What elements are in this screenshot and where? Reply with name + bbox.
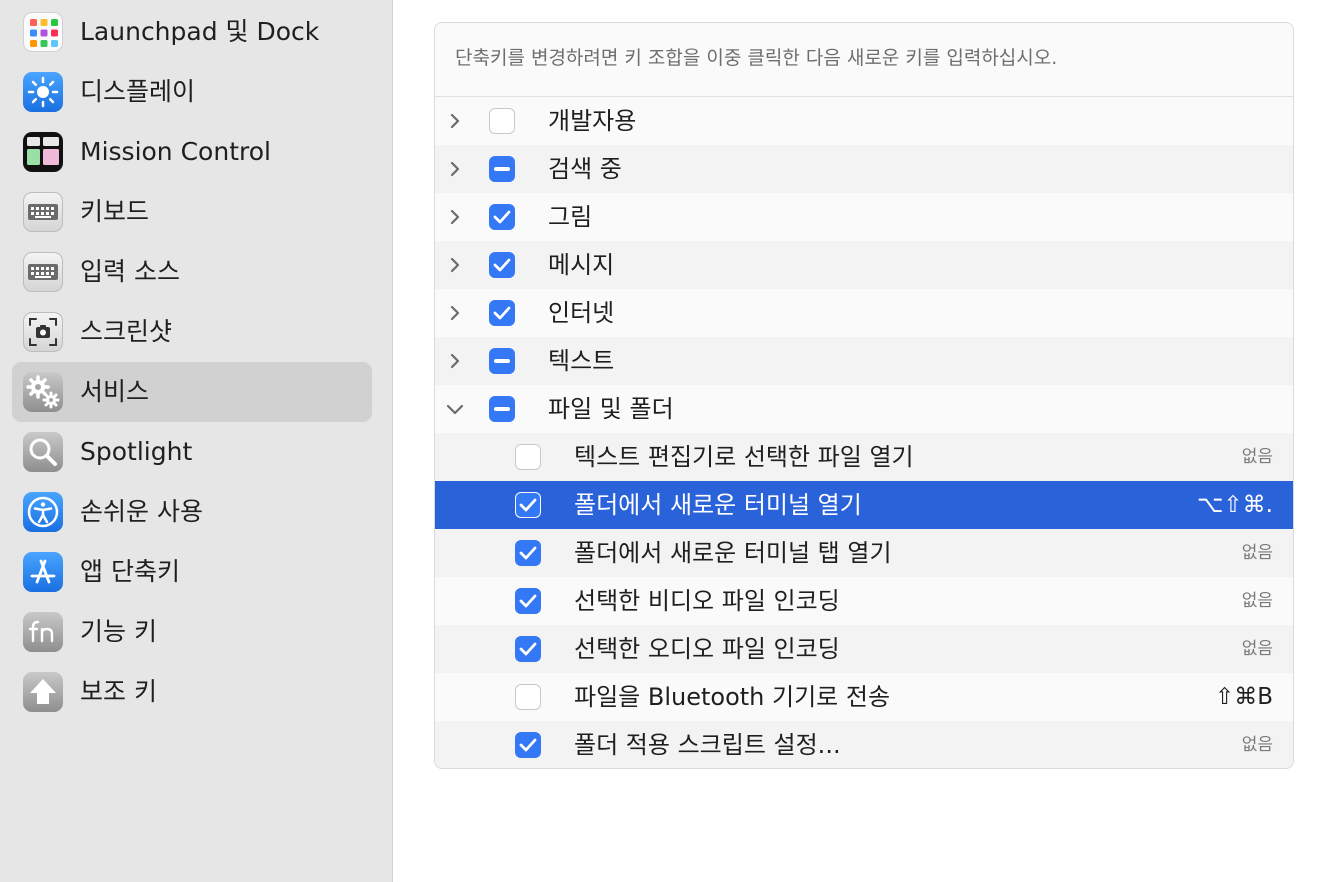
group-checkbox-mixed[interactable] xyxy=(489,156,515,182)
group-checkbox[interactable] xyxy=(489,108,515,134)
group-checkbox-mixed[interactable] xyxy=(489,396,515,422)
sidebar-item-label: Launchpad 및 Dock xyxy=(80,17,320,46)
service-row-encode-video[interactable]: 선택한 비디오 파일 인코딩 없음 xyxy=(435,577,1293,625)
service-checkbox[interactable] xyxy=(515,444,541,470)
sidebar-item-label: 서비스 xyxy=(80,377,150,406)
sidebar-item-mission-control[interactable]: Mission Control xyxy=(12,122,372,182)
sidebar-item-label: 스크린샷 xyxy=(80,317,173,346)
shortcut-value[interactable]: ⇧⌘B xyxy=(1215,673,1273,721)
service-label: 폴더 적용 스크립트 설정... xyxy=(574,731,841,759)
mission-control-icon xyxy=(23,132,63,172)
group-label: 개발자용 xyxy=(548,107,637,135)
screenshot-icon xyxy=(23,312,63,352)
group-checkbox[interactable] xyxy=(489,204,515,230)
sidebar-item-label: Mission Control xyxy=(80,137,271,166)
sidebar-item-label: 입력 소스 xyxy=(80,257,180,286)
group-label: 파일 및 폴더 xyxy=(548,395,674,423)
group-row-searching[interactable]: 검색 중 xyxy=(435,145,1293,193)
sidebar-item-display[interactable]: 디스플레이 xyxy=(12,62,372,122)
service-label: 파일을 Bluetooth 기기로 전송 xyxy=(574,683,891,711)
chevron-right-icon[interactable] xyxy=(443,157,467,181)
sidebar: Launchpad 및 Dock 디스플레이 Mission Control 키… xyxy=(0,0,393,882)
group-checkbox[interactable] xyxy=(489,252,515,278)
service-label: 폴더에서 새로운 터미널 열기 xyxy=(574,491,862,519)
spotlight-icon xyxy=(23,432,63,472)
group-row-developer[interactable]: 개발자용 xyxy=(435,97,1293,145)
service-checkbox[interactable] xyxy=(515,732,541,758)
shortcut-value[interactable]: ⌥⇧⌘. xyxy=(1197,481,1273,529)
group-row-pictures[interactable]: 그림 xyxy=(435,193,1293,241)
group-label: 그림 xyxy=(548,203,593,231)
sidebar-item-label: 기능 키 xyxy=(80,617,157,646)
sidebar-item-label: 키보드 xyxy=(80,197,150,226)
group-label: 메시지 xyxy=(548,251,615,279)
sidebar-item-modifier-keys[interactable]: 보조 키 xyxy=(12,662,372,722)
service-row-send-via-bluetooth[interactable]: 파일을 Bluetooth 기기로 전송 ⇧⌘B xyxy=(435,673,1293,721)
launchpad-icon xyxy=(23,12,63,52)
group-label: 인터넷 xyxy=(548,299,615,327)
sidebar-item-label: 디스플레이 xyxy=(80,77,196,106)
sidebar-item-spotlight[interactable]: Spotlight xyxy=(12,422,372,482)
group-label: 텍스트 xyxy=(548,347,615,375)
sidebar-item-label: 앱 단축키 xyxy=(80,557,180,586)
group-row-text[interactable]: 텍스트 xyxy=(435,337,1293,385)
shortcut-value[interactable]: 없음 xyxy=(1242,625,1273,673)
chevron-down-icon[interactable] xyxy=(443,397,467,421)
accessibility-icon xyxy=(23,492,63,532)
services-gear-icon xyxy=(23,372,63,412)
services-shortcut-panel: 단축키를 변경하려면 키 조합을 이중 클릭한 다음 새로운 키를 입력하십시오… xyxy=(434,22,1294,769)
group-checkbox[interactable] xyxy=(489,300,515,326)
service-row-folder-actions-setup[interactable]: 폴더 적용 스크립트 설정... 없음 xyxy=(435,721,1293,768)
shortcut-list: 개발자용 검색 중 그림 메시지 인터넷 텍스트 파일 및 폴더 텍스트 편집기… xyxy=(435,96,1293,768)
service-label: 선택한 오디오 파일 인코딩 xyxy=(574,635,840,663)
sidebar-item-label: 보조 키 xyxy=(80,677,157,706)
service-row-new-terminal-tab-at-folder[interactable]: 폴더에서 새로운 터미널 탭 열기 없음 xyxy=(435,529,1293,577)
function-keys-icon xyxy=(23,612,63,652)
service-checkbox[interactable] xyxy=(515,492,541,518)
sidebar-item-function-keys[interactable]: 기능 키 xyxy=(12,602,372,662)
app-shortcuts-icon xyxy=(23,552,63,592)
group-row-files-folders[interactable]: 파일 및 폴더 xyxy=(435,385,1293,433)
keyboard-icon xyxy=(23,192,63,232)
service-checkbox[interactable] xyxy=(515,684,541,710)
shortcut-value[interactable]: 없음 xyxy=(1242,721,1273,768)
sidebar-item-screenshot[interactable]: 스크린샷 xyxy=(12,302,372,362)
sidebar-item-launchpad-dock[interactable]: Launchpad 및 Dock xyxy=(12,2,372,62)
display-icon xyxy=(23,72,63,112)
service-label: 선택한 비디오 파일 인코딩 xyxy=(574,587,840,615)
shortcut-value[interactable]: 없음 xyxy=(1242,433,1273,481)
service-row-new-terminal-at-folder[interactable]: 폴더에서 새로운 터미널 열기 ⌥⇧⌘. xyxy=(435,481,1293,529)
sidebar-item-app-shortcuts[interactable]: 앱 단축키 xyxy=(12,542,372,602)
shortcut-value[interactable]: 없음 xyxy=(1242,577,1273,625)
sidebar-item-services[interactable]: 서비스 xyxy=(12,362,372,422)
chevron-right-icon[interactable] xyxy=(443,253,467,277)
group-label: 검색 중 xyxy=(548,155,622,183)
sidebar-item-accessibility[interactable]: 손쉬운 사용 xyxy=(12,482,372,542)
input-sources-icon xyxy=(23,252,63,292)
sidebar-item-label: 손쉬운 사용 xyxy=(80,497,203,526)
chevron-right-icon[interactable] xyxy=(443,349,467,373)
sidebar-item-keyboard[interactable]: 키보드 xyxy=(12,182,372,242)
service-label: 폴더에서 새로운 터미널 탭 열기 xyxy=(574,539,892,567)
chevron-right-icon[interactable] xyxy=(443,205,467,229)
chevron-right-icon[interactable] xyxy=(443,301,467,325)
service-label: 텍스트 편집기로 선택한 파일 열기 xyxy=(574,443,914,471)
group-row-internet[interactable]: 인터넷 xyxy=(435,289,1293,337)
service-row-encode-audio[interactable]: 선택한 오디오 파일 인코딩 없음 xyxy=(435,625,1293,673)
hint-text: 단축키를 변경하려면 키 조합을 이중 클릭한 다음 새로운 키를 입력하십시오… xyxy=(455,47,1058,69)
group-row-messages[interactable]: 메시지 xyxy=(435,241,1293,289)
service-row-open-in-text-editor[interactable]: 텍스트 편집기로 선택한 파일 열기 없음 xyxy=(435,433,1293,481)
shortcut-value[interactable]: 없음 xyxy=(1242,529,1273,577)
sidebar-item-input-sources[interactable]: 입력 소스 xyxy=(12,242,372,302)
service-checkbox[interactable] xyxy=(515,540,541,566)
service-checkbox[interactable] xyxy=(515,588,541,614)
service-checkbox[interactable] xyxy=(515,636,541,662)
modifier-keys-icon xyxy=(23,672,63,712)
group-checkbox-mixed[interactable] xyxy=(489,348,515,374)
sidebar-item-label: Spotlight xyxy=(80,437,193,466)
chevron-right-icon[interactable] xyxy=(443,109,467,133)
